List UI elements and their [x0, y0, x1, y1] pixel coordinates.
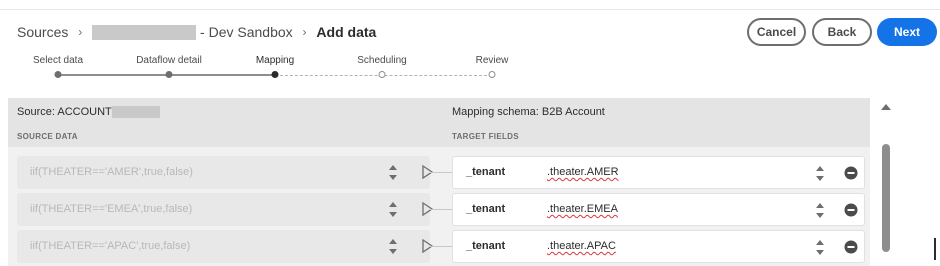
source-field[interactable]: iif(THEATER=='EMEA',true,false): [17, 193, 434, 226]
chevron-right-icon: ›: [302, 25, 307, 40]
window-edge: [934, 238, 936, 260]
step-label-select-data[interactable]: Select data: [33, 55, 83, 66]
step-dot-mapping: [271, 71, 279, 78]
tenant-prefix: _tenant: [466, 203, 506, 215]
sort-arrows-icon[interactable]: [813, 237, 827, 258]
breadcrumb-sources[interactable]: Sources: [17, 24, 68, 40]
mapping-row: iif(THEATER=='EMEA',true,false) _tenant …: [8, 193, 870, 226]
next-button[interactable]: Next: [877, 18, 937, 46]
breadcrumb-current: Add data: [316, 24, 377, 41]
mapping-header: Source: ACCOUNT Mapping schema: B2B Acco…: [8, 98, 870, 147]
step-label-scheduling[interactable]: Scheduling: [357, 55, 406, 66]
caret-up-icon[interactable]: [881, 104, 891, 110]
mapping-connector: [430, 172, 452, 173]
source-field[interactable]: iif(THEATER=='AMER',true,false): [17, 156, 434, 189]
target-field[interactable]: _tenant .theater.APAC: [452, 230, 865, 263]
mapping-row: iif(THEATER=='AMER',true,false) _tenant …: [8, 156, 870, 189]
breadcrumb-sandbox[interactable]: - Dev Sandbox: [200, 24, 293, 40]
step-dot-review: [488, 71, 496, 78]
step-dot-select-data: [54, 71, 62, 78]
mapping-connector: [430, 209, 452, 210]
step-dot-dataflow-detail: [165, 71, 173, 78]
target-schema-title: Mapping schema: B2B Account: [452, 106, 605, 118]
progress-stepper: Select data Dataflow detail Mapping Sche…: [0, 52, 560, 92]
sort-arrows-icon[interactable]: [385, 199, 401, 220]
page-header: Sources › - Dev Sandbox › Add data Cance…: [0, 10, 940, 54]
chevron-right-icon: ›: [78, 25, 83, 40]
target-path: .theater.APAC: [547, 240, 616, 252]
remove-circle-icon[interactable]: [844, 240, 858, 254]
cancel-button[interactable]: Cancel: [747, 18, 806, 46]
target-field[interactable]: _tenant .theater.AMER: [452, 156, 865, 189]
source-expression: iif(THEATER=='EMEA',true,false): [30, 203, 193, 215]
back-button[interactable]: Back: [812, 18, 872, 46]
target-fields-header: TARGET FIELDS: [452, 132, 519, 141]
source-data-header: SOURCE DATA: [17, 132, 78, 141]
scrollbar-thumb[interactable]: [882, 144, 890, 252]
step-label-review[interactable]: Review: [476, 55, 509, 66]
breadcrumb: Sources › - Dev Sandbox › Add data: [17, 23, 376, 40]
remove-circle-icon[interactable]: [844, 166, 858, 180]
tenant-prefix: _tenant: [466, 166, 506, 178]
target-field[interactable]: _tenant .theater.EMEA: [452, 193, 865, 226]
mapping-connector: [430, 246, 452, 247]
vertical-scrollbar[interactable]: [876, 98, 896, 266]
step-label-mapping[interactable]: Mapping: [256, 55, 294, 66]
source-title: Source: ACCOUNT: [17, 106, 160, 119]
sort-arrows-icon[interactable]: [385, 162, 401, 183]
sort-arrows-icon[interactable]: [813, 200, 827, 221]
tenant-prefix: _tenant: [466, 240, 506, 252]
redacted-account-name: [111, 106, 160, 119]
source-expression: iif(THEATER=='AMER',true,false): [30, 166, 193, 178]
sort-arrows-icon[interactable]: [813, 163, 827, 184]
remove-circle-icon[interactable]: [844, 203, 858, 217]
step-dot-scheduling: [378, 71, 386, 78]
redacted-sandbox-name: [92, 24, 197, 40]
source-title-text: Source: ACCOUNT: [17, 106, 112, 118]
target-path: .theater.AMER: [547, 166, 619, 178]
sort-arrows-icon[interactable]: [385, 236, 401, 257]
source-field[interactable]: iif(THEATER=='APAC',true,false): [17, 230, 434, 263]
source-expression: iif(THEATER=='APAC',true,false): [30, 240, 191, 252]
target-path: .theater.EMEA: [547, 203, 618, 215]
mapping-panel: Source: ACCOUNT Mapping schema: B2B Acco…: [8, 98, 870, 266]
mapping-row: iif(THEATER=='APAC',true,false) _tenant …: [8, 230, 870, 263]
step-label-dataflow-detail[interactable]: Dataflow detail: [136, 55, 202, 66]
